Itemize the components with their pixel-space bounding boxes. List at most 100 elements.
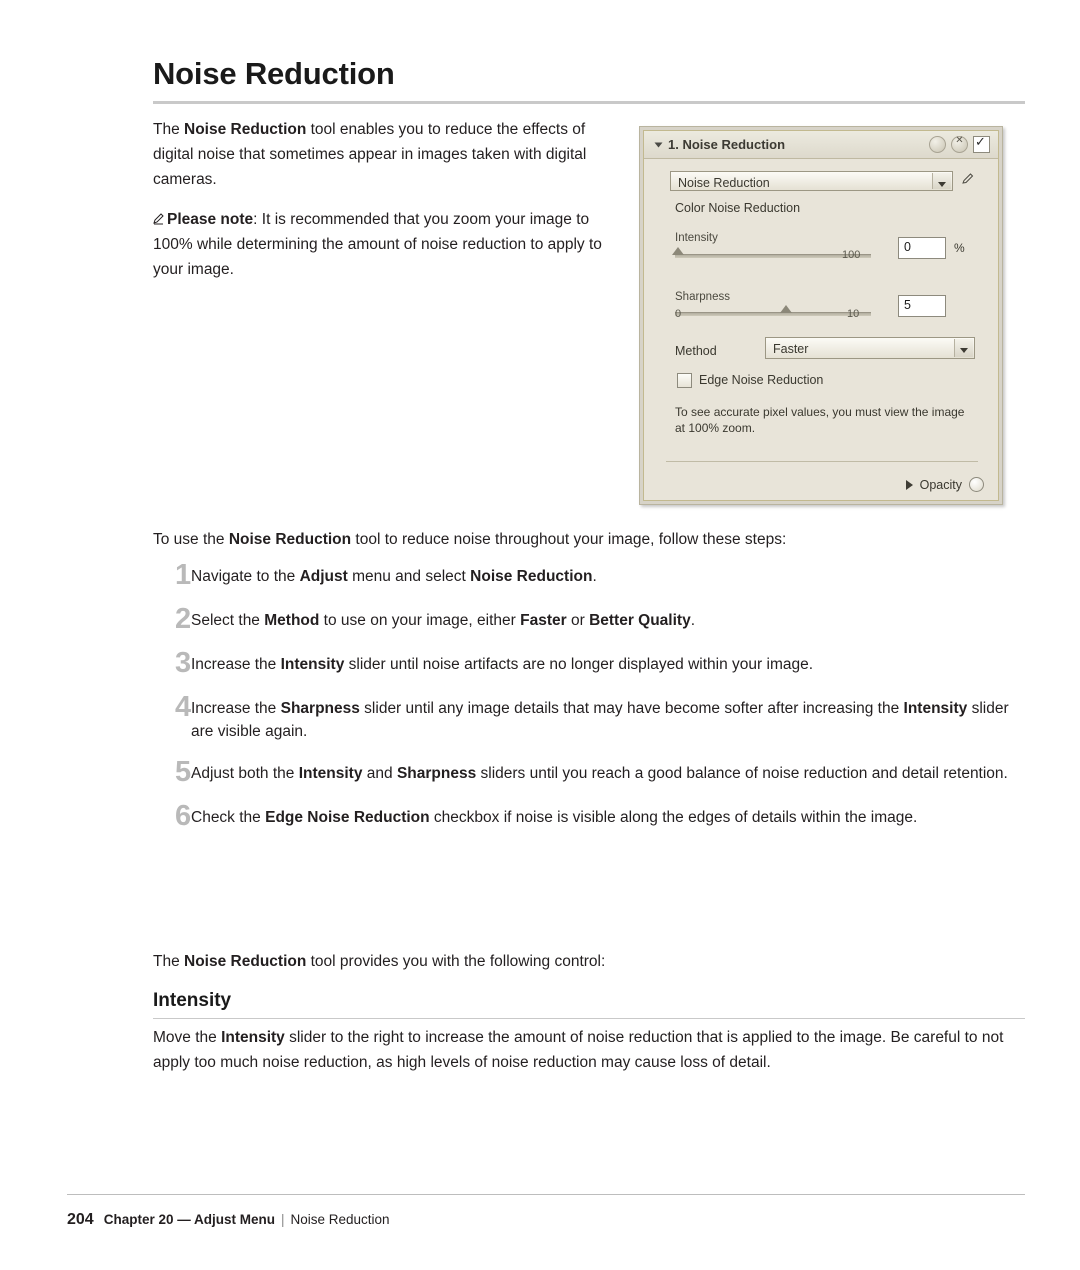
control-text-1: The (153, 953, 185, 970)
method-dropdown-value: Faster (773, 342, 809, 356)
step-text-bold: Noise Reduction (470, 568, 593, 585)
please-note-label: Please note (167, 211, 254, 228)
step-number: 4 (175, 691, 192, 723)
sharpness-label: Sharpness (675, 291, 730, 303)
step-number: 6 (175, 800, 192, 832)
step-text-plain: checkbox if noise is visible along the e… (429, 809, 918, 826)
footer-chapter: Chapter 20 — Adjust Menu (103, 1212, 275, 1227)
step-text: Check the Edge Noise Reduction checkbox … (191, 801, 1033, 829)
intro-paragraph: The Noise Reduction tool enables you to … (153, 117, 613, 192)
last-text-1: Move the (153, 1029, 222, 1046)
footer-page-number: 204 (67, 1211, 94, 1228)
step-text-plain: slider until noise artifacts are no long… (344, 656, 814, 673)
palette-header-icons (929, 134, 990, 153)
page-title: Noise Reduction (153, 56, 395, 91)
step-text-bold: Method (264, 612, 320, 629)
step-item: 6 Check the Edge Noise Reduction checkbox… (153, 801, 1033, 831)
step-text: Increase the Intensity slider until nois… (191, 648, 1033, 676)
opacity-label: Opacity (919, 477, 962, 492)
sharpness-min-tick: 0 (675, 308, 682, 320)
step-item: 1 Navigate to the Adjust menu and select … (153, 560, 1033, 590)
step-text-bold: Intensity (280, 656, 345, 673)
step-text-plain: Select the (191, 612, 265, 629)
page-footer: 204 Chapter 20 — Adjust Menu | Noise Reduct… (67, 1211, 390, 1229)
close-circle-icon[interactable] (951, 135, 968, 153)
use-bold-1: Noise Reduction (228, 531, 352, 548)
step-text-bold: Sharpness (396, 765, 477, 782)
palette-title: 1. Noise Reduction (668, 137, 786, 152)
use-text-2: tool to reduce noise throughout your ima… (351, 531, 787, 548)
last-bold-1: Intensity (221, 1029, 285, 1046)
sharpness-slider-track[interactable] (675, 312, 871, 316)
palette-divider (666, 461, 978, 462)
sharpness-max-tick: 10 (847, 308, 860, 320)
intensity-value-field[interactable]: 0 (898, 237, 946, 259)
step-text-bold: Intensity (298, 765, 363, 782)
step-text: Navigate to the Adjust menu and select N… (191, 560, 1033, 588)
color-noise-reduction-label: Color Noise Reduction (675, 201, 801, 215)
intro-bold-1: Noise Reduction (184, 121, 307, 138)
step-item: 3 Increase the Intensity slider until noi… (153, 648, 1033, 678)
help-circle-icon[interactable] (929, 136, 946, 153)
opacity-row[interactable]: Opacity (905, 477, 984, 492)
intensity-slider-thumb[interactable] (672, 247, 684, 255)
step-text-plain: . (690, 612, 696, 629)
subheading-divider (153, 1018, 1025, 1019)
noise-reduction-palette-screenshot: 1. Noise Reduction Noise Reduction Color… (639, 126, 1003, 505)
step-number: 1 (175, 559, 192, 591)
step-number: 3 (175, 647, 192, 679)
intensity-max-tick: 100 (842, 249, 861, 261)
expand-triangle-icon[interactable] (905, 479, 913, 490)
step-text-bold: Sharpness (280, 700, 360, 717)
step-text-plain: and (362, 765, 397, 782)
step-text-plain: slider until any image details that may … (359, 700, 904, 717)
step-item: 5 Adjust both the Intensity and Sharpness… (153, 757, 1033, 787)
preset-dropdown-value: Noise Reduction (678, 176, 770, 190)
palette-body: 1. Noise Reduction Noise Reduction Color… (643, 130, 999, 501)
sharpness-value-field[interactable]: 5 (898, 295, 946, 317)
edge-noise-reduction-label: Edge Noise Reduction (699, 373, 824, 387)
footer-section: Noise Reduction (290, 1212, 390, 1227)
preset-dropdown[interactable]: Noise Reduction (670, 171, 953, 191)
footer-divider (67, 1194, 1025, 1195)
step-text-bold: Intensity (903, 700, 968, 717)
step-text: Adjust both the Intensity and Sharpness … (191, 757, 1033, 785)
step-text-plain: Check the (191, 809, 266, 826)
step-text-bold: Edge Noise Reduction (265, 809, 430, 826)
control-text-2: tool provides you with the following con… (306, 953, 606, 970)
visibility-checkbox[interactable] (973, 134, 990, 153)
step-text: Select the Method to use on your image, … (191, 604, 1033, 632)
step-text-bold: Better Quality (589, 612, 691, 629)
subheading-intensity: Intensity (153, 990, 232, 1011)
method-dropdown[interactable]: Faster (765, 337, 975, 359)
intensity-description-paragraph: Move the Intensity slider to the right t… (153, 1025, 1025, 1075)
title-divider (153, 101, 1025, 104)
chevron-down-icon[interactable] (932, 173, 951, 189)
sharpness-slider-thumb[interactable] (780, 305, 792, 313)
step-item: 2 Select the Method to use on your image,… (153, 604, 1033, 634)
steps-list: 1 Navigate to the Adjust menu and select … (153, 560, 1033, 845)
step-text: Increase the Sharpness slider until any … (191, 692, 1033, 743)
disclosure-triangle-icon[interactable] (654, 142, 663, 148)
step-number: 2 (175, 603, 192, 635)
use-intro-paragraph: To use the Noise Reduction tool to reduc… (153, 527, 1033, 552)
step-text-plain: Increase the (191, 656, 281, 673)
step-text-plain: Increase the (191, 700, 281, 717)
intensity-unit-label: % (954, 241, 965, 255)
step-text-bold: Adjust (299, 568, 348, 585)
step-number: 5 (175, 756, 192, 788)
edge-noise-reduction-checkbox[interactable] (677, 373, 692, 388)
step-text-plain: or (566, 612, 590, 629)
chevron-down-icon-method[interactable] (954, 339, 973, 357)
pencil-edit-icon[interactable] (961, 172, 975, 189)
step-text-plain: to use on your image, either (319, 612, 521, 629)
step-text-plain: Adjust both the (191, 765, 299, 782)
pixel-value-hint: To see accurate pixel values, you must v… (675, 405, 965, 435)
please-note-paragraph: Please note: It is recommended that you … (153, 207, 633, 282)
step-text-plain: . (592, 568, 597, 585)
control-bold-1: Noise Reduction (184, 953, 307, 970)
pencil-icon (153, 208, 164, 225)
step-text-plain: sliders until you reach a good balance o… (476, 765, 1008, 782)
opacity-knob[interactable] (969, 477, 984, 492)
palette-header: 1. Noise Reduction (644, 131, 998, 159)
